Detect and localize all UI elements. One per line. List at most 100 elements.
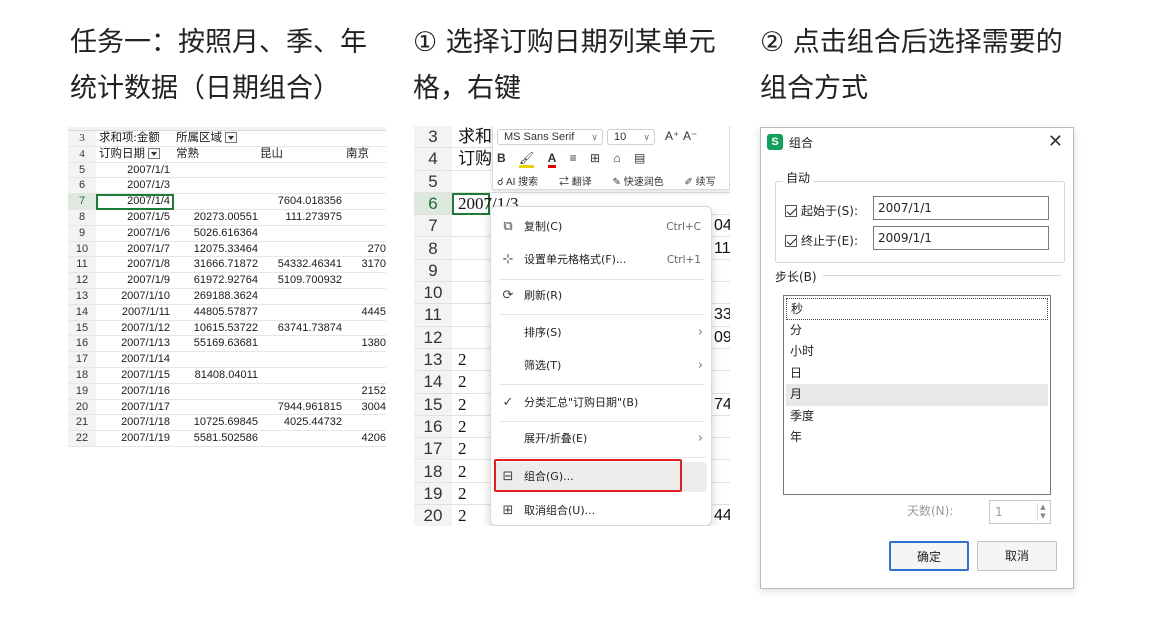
value-cell-changshu[interactable]: 269188.3624 [174,289,260,305]
ai-search-button[interactable]: ☌ AI 搜索 [497,177,547,188]
list-item-year[interactable]: 年 [786,427,1048,449]
sheet-cell[interactable]: 求和 [458,126,492,148]
value-cell-changshu[interactable]: 20273.00551 [174,210,260,226]
sheet-cell[interactable]: 74 [714,394,730,416]
sheet-cell[interactable]: 2 [458,416,467,438]
quick-color-button[interactable]: ✎ 快速润色 [613,177,673,188]
continue-write-button[interactable]: ✐ 续写 [684,177,724,188]
value-cell-nanjing[interactable]: 1380 [344,336,386,352]
fill-color-icon[interactable]: 🖌 [519,151,535,168]
font-size-select[interactable]: 10 ∨ [607,129,655,145]
value-cell-nanjing[interactable]: 270 [344,242,386,258]
font-shrink-button[interactable]: A⁻ [683,129,697,143]
date-cell[interactable]: 2007/1/3 [96,178,172,194]
start-input[interactable]: 2007/1/1 [873,196,1049,220]
date-cell[interactable]: 2007/1/11 [96,305,172,321]
value-cell-kunshan[interactable]: 111.273975 [258,210,344,226]
sheet-cell[interactable]: 2 [458,371,467,393]
date-cell[interactable]: 2007/1/17 [96,400,172,416]
end-input[interactable]: 2009/1/1 [873,226,1049,250]
date-cell[interactable]: 2007/1/5 [96,210,172,226]
sheet-cell[interactable]: 09 [714,327,730,349]
checkbox-checked-icon[interactable] [785,234,797,247]
menu-item-subtotal[interactable]: ✓ 分类汇总"订购日期"(B) [491,387,713,419]
value-cell-kunshan[interactable]: 7944.961815 [258,400,344,416]
date-cell[interactable]: 2007/1/13 [96,336,172,352]
value-cell-changshu[interactable]: 5026.616364 [174,226,260,242]
value-cell-changshu[interactable]: 44805.57877 [174,305,260,321]
font-grow-button[interactable]: A⁺ [665,129,679,143]
sheet-cell[interactable]: 44 [714,505,730,526]
value-cell-nanjing[interactable]: 3170 [344,257,386,273]
date-cell[interactable]: 2007/1/8 [96,257,172,273]
date-cell[interactable]: 2007/1/15 [96,368,172,384]
menu-item-ungroup[interactable]: ⊞ 取消组合(U)... [491,495,713,526]
dropdown-arrow-icon[interactable] [225,131,237,143]
value-cell-changshu[interactable]: 5581.502586 [174,431,260,447]
date-cell[interactable]: 2007/1/6 [96,226,172,242]
list-item-hour[interactable]: 小时 [786,341,1048,363]
list-item-day[interactable]: 日 [786,363,1048,385]
date-cell[interactable]: 2007/1/1 [96,163,172,179]
value-cell-kunshan[interactable]: 5109.700932 [258,273,344,289]
days-stepper[interactable]: 1 ▲ ▼ [989,500,1051,524]
pivot-row-field[interactable]: 订购日期 [96,147,172,163]
value-cell-kunshan[interactable]: 4025.44732 [258,415,344,431]
menu-item-copy[interactable]: ⧉ 复制(C) Ctrl+C [491,211,713,243]
dropdown-arrow-icon[interactable] [148,147,160,159]
translate-button[interactable]: ⇄ 翻译 [559,177,601,188]
value-cell-changshu[interactable]: 31666.71872 [174,257,260,273]
sheet-cell[interactable]: 2 [458,394,467,416]
sheet-cell[interactable]: 2 [458,505,467,526]
start-checkbox[interactable]: 起始于(S): [785,202,858,219]
font-color-icon[interactable]: A [547,151,557,168]
date-cell[interactable]: 2007/1/16 [96,384,172,400]
value-cell-changshu[interactable]: 10725.69845 [174,415,260,431]
border-icon[interactable]: ⊞ [590,151,600,165]
checkbox-checked-icon[interactable] [785,204,797,217]
menu-item-expand-collapse[interactable]: 展开/折叠(E) › [491,423,713,455]
pivot-column-field[interactable]: 所属区域 [174,131,260,147]
sheet-cell[interactable]: 订购 [458,148,492,170]
date-cell[interactable]: 2007/1/10 [96,289,172,305]
sheet-cell[interactable]: 11 [714,238,730,260]
sheet-cell[interactable]: 2 [458,483,467,505]
sheet-cell[interactable]: 2 [458,349,467,371]
value-cell-nanjing[interactable]: 4206 [344,431,386,447]
value-cell-nanjing[interactable]: 4445 [344,305,386,321]
date-cell[interactable]: 2007/1/18 [96,415,172,431]
list-item-quarter[interactable]: 季度 [786,406,1048,428]
end-checkbox[interactable]: 终止于(E): [785,232,858,249]
menu-item-sort[interactable]: 排序(S) › [491,317,713,349]
value-cell-nanjing[interactable]: 3004 [344,400,386,416]
list-item-minute[interactable]: 分 [786,320,1048,342]
close-icon[interactable]: ✕ [1048,131,1063,152]
value-cell-changshu[interactable]: 10615.53722 [174,321,260,337]
menu-item-format-cells[interactable]: ⊹ 设置单元格格式(F)... Ctrl+1 [491,244,713,276]
ok-button[interactable]: 确定 [889,541,969,571]
bold-button[interactable]: B [497,151,506,165]
value-cell-kunshan[interactable]: 54332.46341 [258,257,344,273]
wrap-icon[interactable]: ▤ [634,151,645,165]
value-cell-changshu[interactable]: 61972.92764 [174,273,260,289]
date-cell[interactable]: 2007/1/7 [96,242,172,258]
align-icon[interactable]: ≡ [570,151,577,165]
value-cell-kunshan[interactable]: 63741.73874 [258,321,344,337]
value-cell-changshu[interactable]: 55169.63681 [174,336,260,352]
value-cell-changshu[interactable]: 81408.04011 [174,368,260,384]
date-cell[interactable]: 2007/1/19 [96,431,172,447]
cancel-button[interactable]: 取消 [977,541,1057,571]
value-cell-nanjing[interactable]: 2152 [344,384,386,400]
value-cell-kunshan[interactable]: 7604.018356 [258,194,344,210]
list-item-month[interactable]: 月 [786,384,1048,406]
menu-item-refresh[interactable]: ⟳ 刷新(R) [491,280,713,312]
sheet-cell[interactable]: 2 [458,438,467,460]
sheet-cell[interactable]: 2 [458,461,467,483]
sheet-cell[interactable]: 04 [714,215,730,237]
spin-arrows-icon[interactable]: ▲ ▼ [1037,503,1048,521]
sheet-cell[interactable]: 33 [714,304,730,326]
date-cell[interactable]: 2007/1/9 [96,273,172,289]
font-select[interactable]: MS Sans Serif ∨ [497,129,603,145]
date-cell[interactable]: 2007/1/14 [96,352,172,368]
date-cell[interactable]: 2007/1/12 [96,321,172,337]
